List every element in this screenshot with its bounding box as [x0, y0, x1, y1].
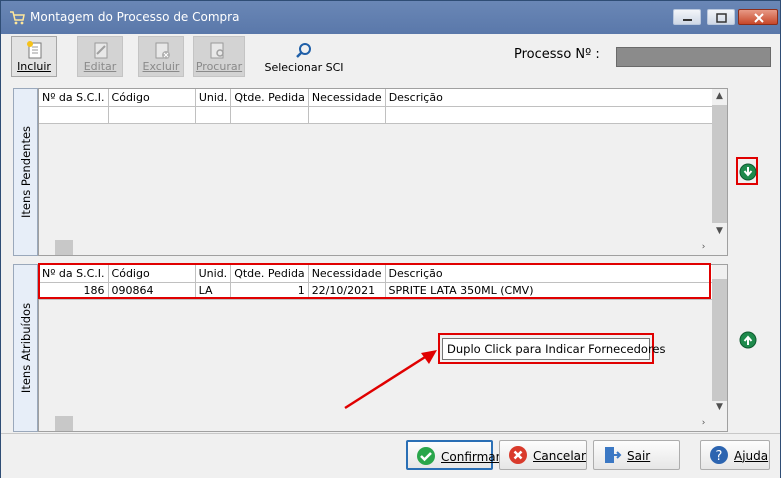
arrow-down-circle-icon — [739, 163, 757, 181]
tab-itens-pendentes[interactable]: Itens Pendentes — [13, 88, 38, 256]
scroll-right-icon[interactable]: › — [696, 416, 711, 431]
pending-col-codigo[interactable]: Código — [108, 89, 196, 107]
cart-icon — [9, 10, 25, 26]
itens-atribuidos-label: Itens Atribuídos — [18, 302, 33, 394]
pending-col-sci[interactable]: Nº da S.C.I. — [39, 89, 109, 107]
minimize-icon — [683, 19, 692, 21]
pending-vertical-scrollbar[interactable]: ▲ ▼ — [712, 89, 727, 240]
scroll-down-icon[interactable]: ▼ — [712, 400, 727, 415]
assigned-vertical-scrollbar[interactable]: ▼ — [712, 265, 727, 416]
confirm-button[interactable]: Confirmar — [406, 440, 501, 470]
exit-button[interactable]: Sair — [593, 440, 680, 470]
procurar-button[interactable]: Procurar — [193, 36, 245, 77]
itens-pendentes-label: Itens Pendentes — [18, 125, 33, 219]
help-button[interactable]: ? Ajuda — [700, 440, 770, 470]
empty-cell[interactable] — [230, 106, 309, 124]
scroll-thumb[interactable] — [55, 240, 73, 255]
scroll-thumb[interactable] — [712, 105, 727, 223]
confirm-label: Confirmar — [441, 450, 501, 464]
pending-header-row: Nº da S.C.I. Código Unid. Qtde. Pedida N… — [39, 89, 728, 107]
scroll-thumb[interactable] — [55, 416, 73, 431]
move-down-button[interactable] — [739, 163, 757, 181]
search-document-icon — [210, 42, 224, 59]
empty-cell[interactable] — [195, 106, 232, 124]
minimize-button[interactable] — [673, 9, 701, 25]
pending-col-descricao[interactable]: Descrição — [385, 89, 728, 107]
editar-button[interactable]: Editar — [77, 36, 123, 77]
highlight-box-assigned-rows — [38, 263, 711, 299]
empty-cell[interactable] — [39, 106, 109, 124]
move-up-button[interactable] — [739, 331, 757, 349]
title-bar: Montagem do Processo de Compra — [1, 1, 780, 34]
assigned-horizontal-scrollbar[interactable]: › — [39, 416, 712, 431]
exit-door-icon — [605, 447, 622, 463]
close-button[interactable] — [738, 9, 778, 25]
scroll-down-icon[interactable]: ▼ — [712, 224, 727, 239]
select-sci-label: Selecionar SCI — [264, 61, 344, 74]
bottom-button-bar: Confirmar Cancelar Sair ? Ajuda — [1, 433, 780, 478]
dialog-window: Montagem do Processo de Compra Incluir E… — [0, 0, 781, 478]
annotation-arrow — [344, 350, 437, 410]
edit-document-icon — [94, 42, 108, 59]
pending-table: Nº da S.C.I. Código Unid. Qtde. Pedida N… — [39, 89, 728, 124]
tooltip: Duplo Click para Indicar Fornecedores — [442, 338, 666, 360]
pending-col-unid[interactable]: Unid. — [195, 89, 232, 107]
cancel-label: Cancelar — [533, 449, 586, 463]
help-label: Ajuda — [734, 449, 769, 463]
incluir-button[interactable]: Incluir — [11, 36, 57, 77]
scroll-thumb[interactable] — [712, 279, 727, 401]
arrow-up-circle-icon — [739, 331, 757, 349]
magnifier-icon — [296, 43, 311, 58]
pending-col-qtde[interactable]: Qtde. Pedida — [230, 89, 309, 107]
exit-label: Sair — [627, 449, 651, 463]
scroll-right-icon[interactable]: › — [696, 240, 711, 255]
pending-horizontal-scrollbar[interactable]: › — [39, 240, 712, 255]
empty-cell[interactable] — [308, 106, 386, 124]
processo-label: Processo Nº : — [514, 47, 600, 62]
cancel-circle-icon — [509, 446, 527, 464]
excluir-label: Excluir — [142, 60, 180, 73]
empty-cell[interactable] — [108, 106, 196, 124]
new-document-icon — [27, 41, 42, 59]
processo-field[interactable] — [616, 47, 771, 67]
table-row[interactable] — [39, 106, 728, 124]
empty-cell[interactable] — [385, 106, 728, 124]
tab-itens-atribuidos[interactable]: Itens Atribuídos — [13, 264, 38, 432]
pending-items-grid[interactable]: Nº da S.C.I. Código Unid. Qtde. Pedida N… — [38, 88, 728, 256]
scroll-up-icon[interactable]: ▲ — [712, 89, 727, 104]
close-icon — [754, 13, 764, 23]
cancel-button[interactable]: Cancelar — [499, 440, 587, 470]
window-title: Montagem do Processo de Compra — [30, 10, 240, 24]
check-circle-icon — [417, 447, 435, 465]
help-circle-icon: ? — [710, 446, 728, 464]
excluir-button[interactable]: Excluir — [138, 36, 184, 77]
editar-label: Editar — [83, 60, 117, 73]
maximize-button[interactable] — [707, 9, 735, 25]
pending-col-necessidade[interactable]: Necessidade — [308, 89, 386, 107]
incluir-label: Incluir — [17, 60, 51, 73]
procurar-label: Procurar — [195, 60, 243, 73]
select-sci-button[interactable]: Selecionar SCI — [263, 40, 345, 76]
delete-document-icon — [155, 42, 170, 59]
maximize-icon — [716, 13, 727, 23]
svg-text:?: ? — [716, 449, 723, 464]
